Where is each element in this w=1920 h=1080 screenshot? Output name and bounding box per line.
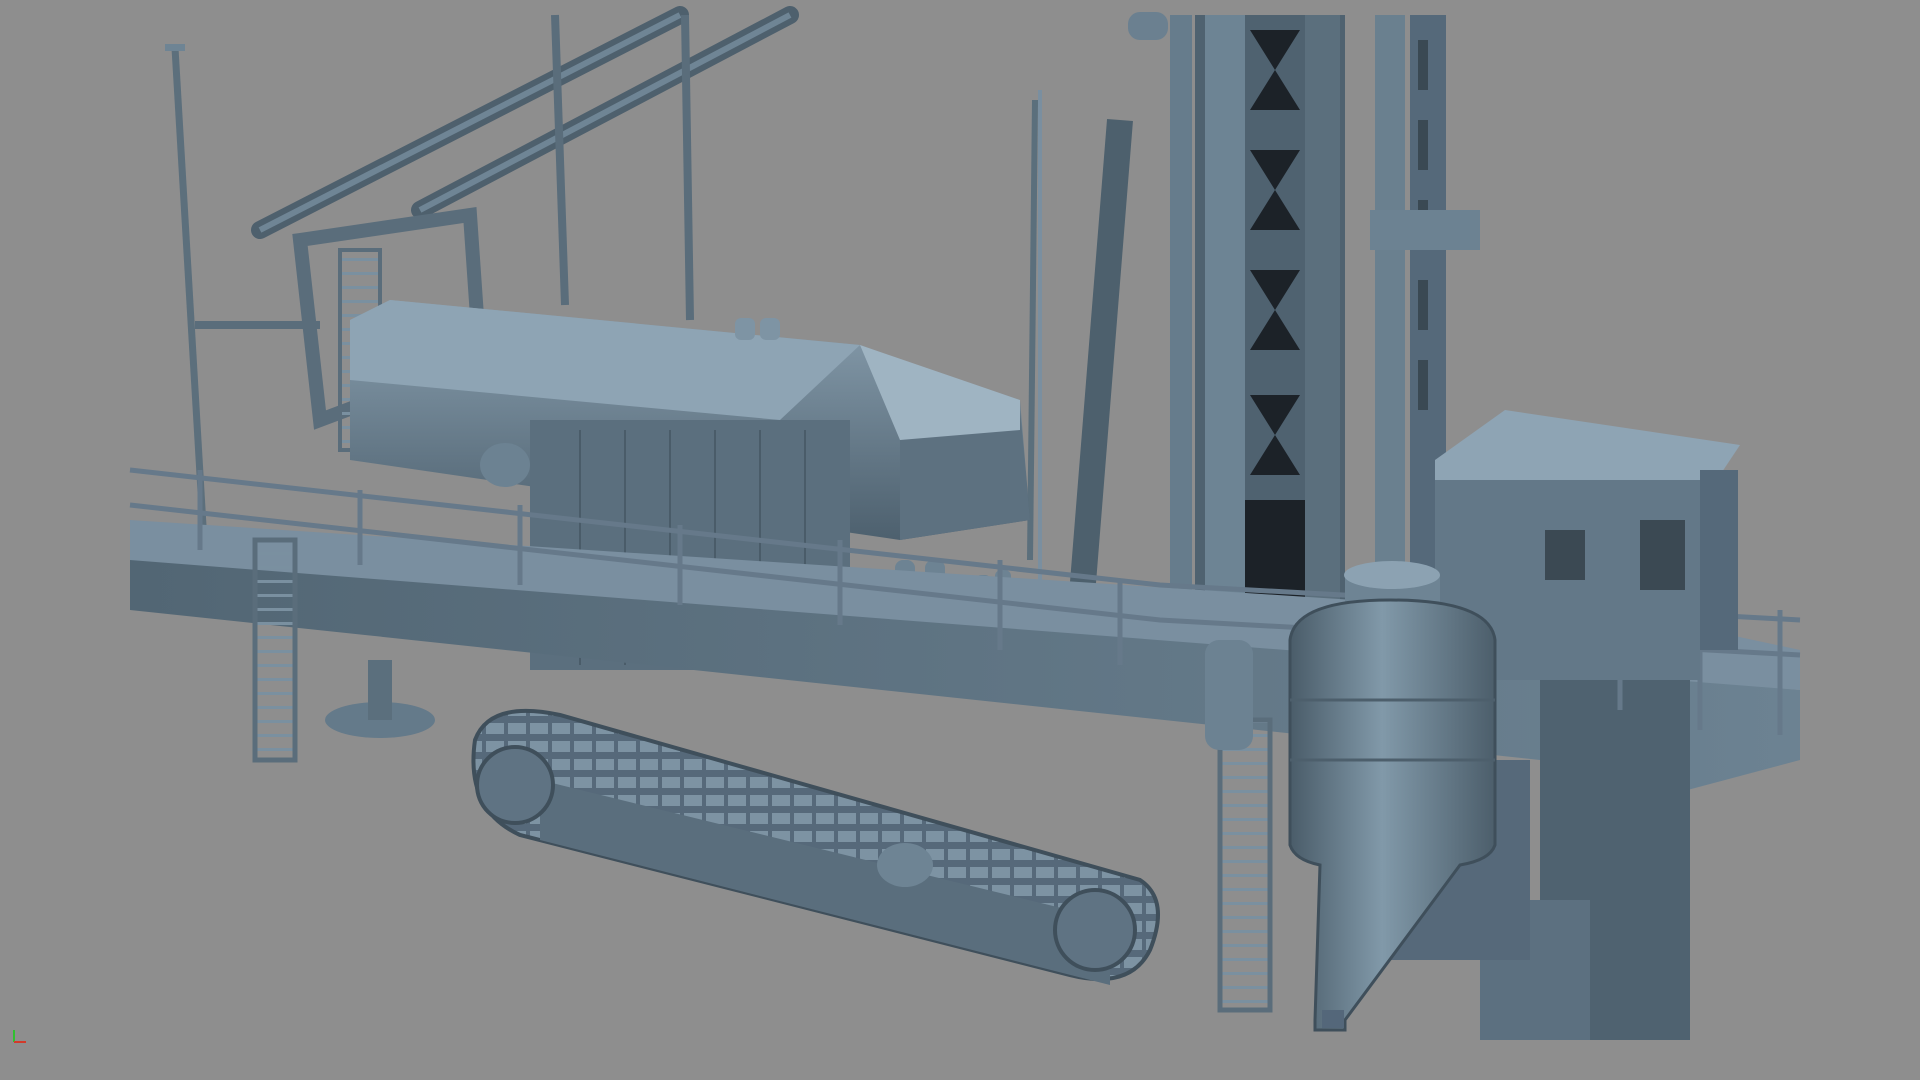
axis-triad-icon	[10, 1026, 30, 1046]
drill-mast	[1027, 12, 1480, 655]
crawler-track	[471, 708, 1160, 985]
3d-viewport[interactable]	[0, 0, 1920, 1080]
drilling-rig-model[interactable]	[0, 0, 1920, 1080]
